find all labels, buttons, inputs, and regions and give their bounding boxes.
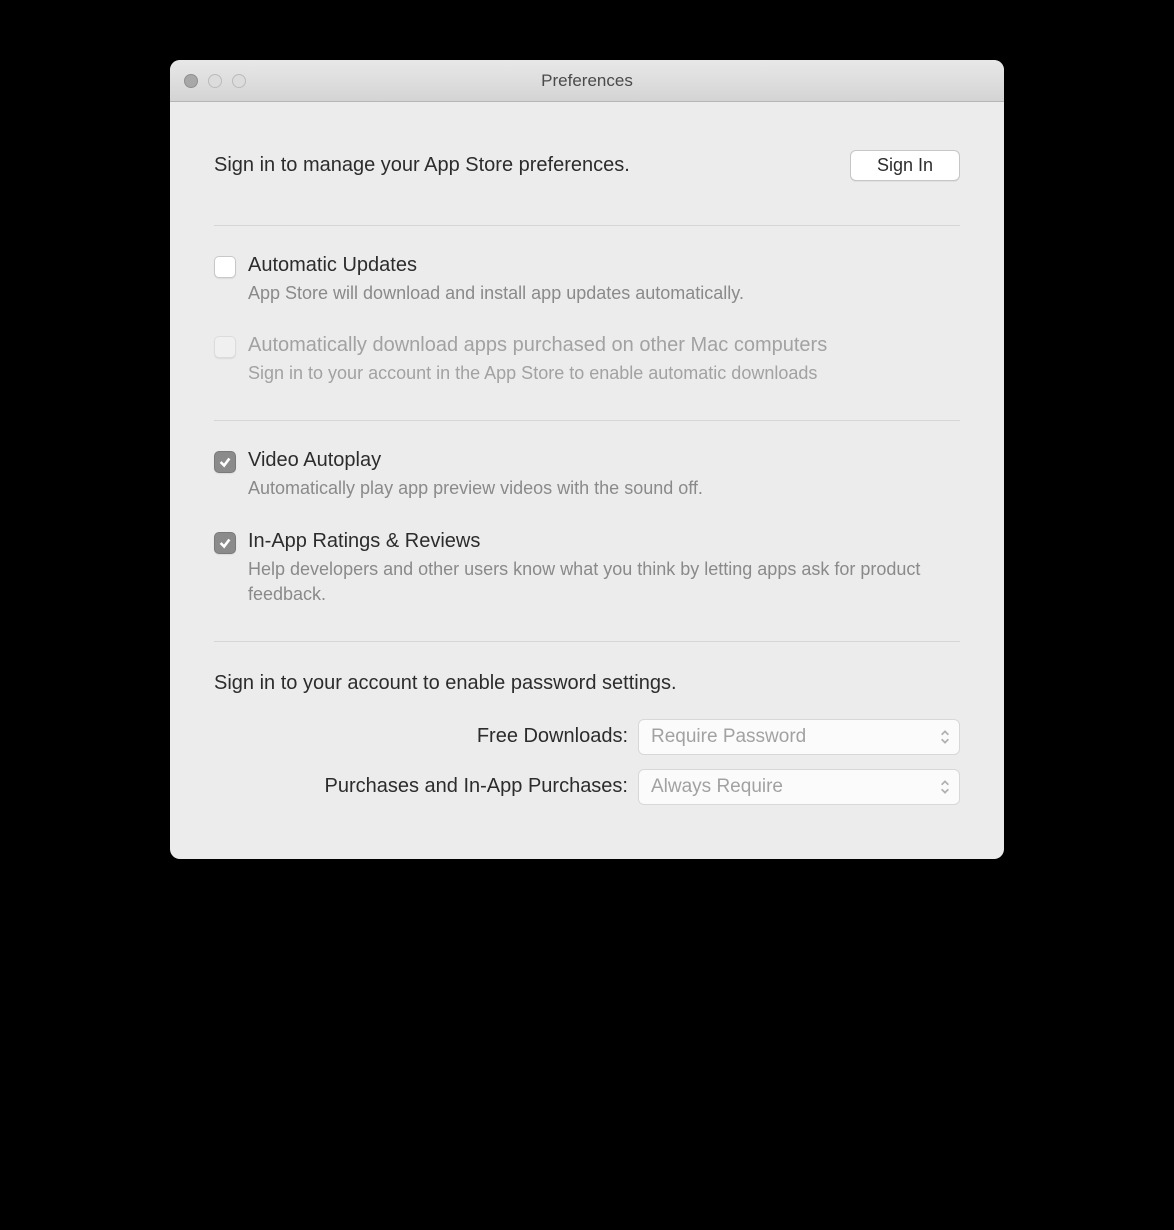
ratings-reviews-label: In-App Ratings & Reviews [248, 530, 960, 553]
automatic-updates-label: Automatic Updates [248, 254, 960, 277]
purchases-label: Purchases and In-App Purchases: [214, 775, 628, 798]
pref-auto-download: Automatically download apps purchased on… [214, 334, 960, 386]
pref-automatic-updates: Automatic Updates App Store will downloa… [214, 254, 960, 306]
preferences-window: Preferences Sign in to manage your App S… [170, 60, 1004, 859]
signin-button[interactable]: Sign In [850, 150, 960, 181]
check-icon [218, 536, 232, 550]
automatic-updates-desc: App Store will download and install app … [248, 281, 960, 306]
video-autoplay-label: Video Autoplay [248, 449, 960, 472]
video-autoplay-desc: Automatically play app preview videos wi… [248, 476, 960, 501]
password-heading: Sign in to your account to enable passwo… [214, 672, 960, 695]
free-downloads-value: Require Password [651, 726, 806, 748]
pref-text: Automatically download apps purchased on… [248, 334, 960, 386]
minimize-icon [208, 74, 222, 88]
auto-download-checkbox [214, 336, 236, 358]
content: Sign in to manage your App Store prefere… [170, 102, 1004, 859]
ratings-reviews-checkbox[interactable] [214, 532, 236, 554]
divider [214, 641, 960, 642]
purchases-value: Always Require [651, 776, 783, 798]
video-autoplay-checkbox[interactable] [214, 451, 236, 473]
stepper-icon [939, 778, 951, 796]
signin-prompt: Sign in to manage your App Store prefere… [214, 154, 630, 177]
check-icon [218, 455, 232, 469]
maximize-icon [232, 74, 246, 88]
free-downloads-row: Free Downloads: Require Password [214, 719, 960, 755]
pref-text: In-App Ratings & Reviews Help developers… [248, 530, 960, 607]
pref-ratings-reviews: In-App Ratings & Reviews Help developers… [214, 530, 960, 607]
stepper-icon [939, 728, 951, 746]
pref-text: Automatic Updates App Store will downloa… [248, 254, 960, 306]
purchases-row: Purchases and In-App Purchases: Always R… [214, 769, 960, 805]
pref-video-autoplay: Video Autoplay Automatically play app pr… [214, 449, 960, 501]
ratings-reviews-desc: Help developers and other users know wha… [248, 557, 960, 607]
free-downloads-label: Free Downloads: [214, 725, 628, 748]
automatic-updates-checkbox[interactable] [214, 256, 236, 278]
pref-text: Video Autoplay Automatically play app pr… [248, 449, 960, 501]
signin-row: Sign in to manage your App Store prefere… [214, 150, 960, 181]
close-icon[interactable] [184, 74, 198, 88]
divider [214, 225, 960, 226]
divider [214, 420, 960, 421]
purchases-select: Always Require [638, 769, 960, 805]
auto-download-desc: Sign in to your account in the App Store… [248, 361, 960, 386]
titlebar: Preferences [170, 60, 1004, 102]
traffic-lights [170, 74, 246, 88]
auto-download-label: Automatically download apps purchased on… [248, 334, 960, 357]
window-title: Preferences [170, 71, 1004, 91]
free-downloads-select: Require Password [638, 719, 960, 755]
